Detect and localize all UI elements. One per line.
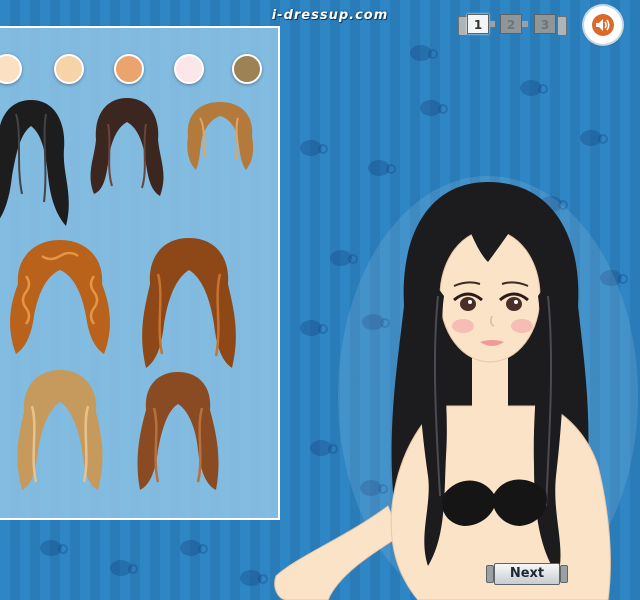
skin-tone-swatch-4[interactable] — [174, 54, 204, 84]
hair-option-brown-wavy[interactable] — [82, 94, 172, 204]
speaker-icon — [592, 14, 614, 36]
model-eye-right — [506, 297, 522, 311]
hair-option-black-long[interactable] — [0, 94, 76, 234]
hair-option-chestnut[interactable] — [126, 368, 230, 496]
page-button-2[interactable]: 2 — [500, 14, 522, 34]
selector-right-cap — [557, 16, 567, 36]
skin-tone-swatch-2[interactable] — [54, 54, 84, 84]
background-pattern — [40, 540, 68, 556]
page-button-3[interactable]: 3 — [534, 14, 556, 34]
dressup-model — [274, 176, 638, 600]
skin-tone-swatch-5[interactable] — [232, 54, 262, 84]
background-pattern — [368, 160, 396, 176]
background-pattern — [180, 540, 208, 556]
skin-tone-swatch-1[interactable] — [0, 54, 22, 84]
next-button[interactable]: Next — [486, 563, 568, 587]
selector-link — [522, 21, 528, 27]
background-pattern — [110, 560, 138, 576]
page-button-1[interactable]: 1 — [467, 14, 489, 34]
sound-toggle-button[interactable] — [584, 6, 622, 44]
background-pattern — [580, 130, 608, 146]
background-pattern — [240, 570, 268, 586]
game-stage: i-dressup.com 1 2 3 Next — [0, 0, 640, 600]
next-button-label: Next — [494, 563, 560, 585]
background-pattern — [420, 100, 448, 116]
hair-option-blonde-short[interactable] — [180, 98, 260, 174]
hair-option-honey-blonde[interactable] — [8, 366, 112, 496]
model-eye-left — [460, 297, 476, 311]
next-button-left-cap — [486, 565, 494, 583]
background-pattern — [410, 45, 438, 61]
selector-link — [489, 21, 495, 27]
hair-option-auburn-long[interactable] — [130, 234, 248, 374]
site-title: i-dressup.com — [271, 8, 389, 23]
background-pattern — [300, 140, 328, 156]
next-button-right-cap — [560, 565, 568, 583]
background-pattern — [520, 80, 548, 96]
hair-option-copper-curly[interactable] — [2, 236, 118, 360]
skin-tone-swatch-3[interactable] — [114, 54, 144, 84]
page-selector: 1 2 3 — [458, 12, 568, 38]
